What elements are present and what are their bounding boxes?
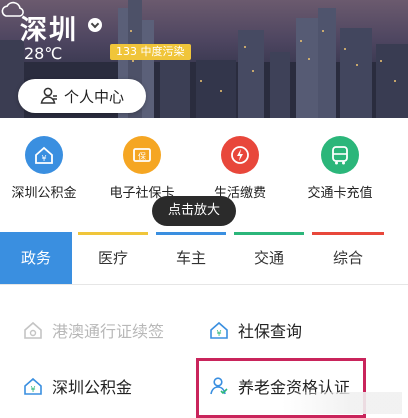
svg-text:¥: ¥ [30,385,35,394]
quick-service-social-card[interactable]: 保 电子社保卡 [92,136,192,201]
chevron-down-icon[interactable] [88,18,102,32]
air-quality-badge: 133 中度污染 [110,44,191,60]
tab-traffic[interactable]: 交通 [230,232,308,284]
personal-center-button[interactable]: 个人中心 [18,79,146,113]
divider [0,284,408,285]
social-security-query-icon: ¥ [210,321,228,339]
temperature: 28℃ [24,44,63,63]
zoom-tooltip[interactable]: 点击放大 [152,196,236,226]
hk-macau-permit-icon [24,321,42,339]
service-label: 港澳通行证续签 [52,322,165,341]
service-label: 社保查询 [238,322,303,341]
tab-general[interactable]: 综合 [308,232,388,284]
category-tabs: 政务 医疗 车主 交通 综合 [0,232,408,284]
svg-text:保: 保 [138,151,146,161]
service-hk-macau-permit[interactable]: 港澳通行证续签 [22,316,164,344]
cloud-weather-icon [1,1,24,17]
tab-label: 综合 [332,249,363,267]
house-fund-icon: ¥ [24,377,42,395]
city-name[interactable]: 深圳 [20,8,78,47]
service-label: 深圳公积金 [52,378,133,397]
tab-label: 交通 [253,249,284,267]
tab-accent-line [234,232,304,235]
tab-accent-line [78,232,148,235]
tab-accent-line [156,232,226,235]
tab-car-owner[interactable]: 车主 [152,232,230,284]
quick-service-house-fund[interactable]: ¥ 深圳公积金 [0,136,94,201]
tab-accent-line [312,232,384,235]
social-security-card-icon: 保 [123,136,161,174]
quick-service-label: 交通卡充值 [307,186,373,201]
tab-label: 车主 [175,249,206,267]
watermark-overlay [282,392,402,414]
house-fund-icon: ¥ [25,136,63,174]
utility-bill-icon [221,136,259,174]
svg-text:¥: ¥ [41,154,46,163]
user-icon [40,87,57,104]
service-social-security-query[interactable]: ¥ 社保查询 [208,316,302,344]
tab-medical[interactable]: 医疗 [74,232,152,284]
tab-label: 政务 [20,249,51,267]
personal-center-label: 个人中心 [63,87,124,106]
tab-government[interactable]: 政务 [0,232,72,284]
tab-label: 医疗 [97,249,128,267]
svg-text:¥: ¥ [216,329,221,338]
bus-card-icon [321,136,359,174]
quick-service-bus-card[interactable]: 交通卡充值 [290,136,390,201]
quick-service-utility[interactable]: 生活缴费 [190,136,290,201]
quick-service-label: 深圳公积金 [11,186,77,201]
service-house-fund[interactable]: ¥ 深圳公积金 [22,372,132,400]
